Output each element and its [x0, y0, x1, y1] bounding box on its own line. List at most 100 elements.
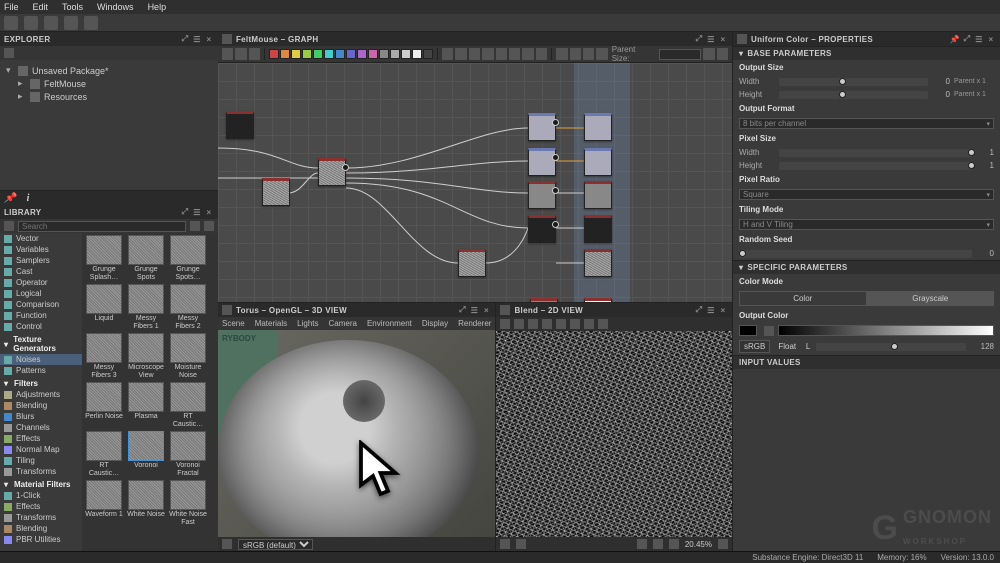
- lib-category-item[interactable]: PBR Utilities: [0, 534, 82, 545]
- library-thumb[interactable]: Liquid: [84, 284, 124, 331]
- panel-menu-icon[interactable]: ☰: [469, 305, 479, 315]
- edit-icon[interactable]: [4, 221, 14, 231]
- export-icon[interactable]: [64, 16, 78, 30]
- panel-undock-icon[interactable]: ⤢: [694, 305, 704, 315]
- lib-category-item[interactable]: Effects: [0, 433, 82, 444]
- color-swatch[interactable]: [291, 49, 301, 59]
- graph-tool-icon[interactable]: [509, 48, 520, 60]
- lib-category-item[interactable]: 1-Click: [0, 490, 82, 501]
- graph-tool-icon[interactable]: [496, 48, 507, 60]
- lib-category-header[interactable]: ▾Filters: [0, 376, 82, 389]
- graph-node[interactable]: [528, 113, 556, 141]
- panel-close-icon[interactable]: ×: [718, 34, 728, 44]
- graph-tool-icon[interactable]: [222, 48, 233, 60]
- parent-size-input[interactable]: [659, 49, 701, 60]
- ruler-icon[interactable]: [653, 539, 663, 549]
- color-swatch[interactable]: [379, 49, 389, 59]
- zoom-menu-icon[interactable]: [718, 539, 728, 549]
- graph-tool-icon[interactable]: [536, 48, 547, 60]
- panel-menu-icon[interactable]: ☰: [706, 305, 716, 315]
- lib-category-item[interactable]: Tiling: [0, 455, 82, 466]
- library-thumb[interactable]: RT Caustic…: [168, 382, 208, 429]
- color-swatch[interactable]: [390, 49, 400, 59]
- panel-close-icon[interactable]: ×: [986, 34, 996, 44]
- library-thumb[interactable]: White Noise: [126, 480, 166, 527]
- lib-category-item[interactable]: Patterns: [0, 365, 82, 376]
- luminance-slider[interactable]: [816, 343, 966, 351]
- library-thumb[interactable]: Voronoi: [126, 431, 166, 478]
- color-mode-grayscale[interactable]: Grayscale: [867, 291, 995, 306]
- vp-tool-icon[interactable]: [570, 319, 580, 329]
- panel-menu-icon[interactable]: ☰: [706, 34, 716, 44]
- grid-icon[interactable]: [637, 539, 647, 549]
- library-thumb[interactable]: Moisture Noise: [168, 333, 208, 380]
- menu-file[interactable]: File: [4, 2, 19, 12]
- graph-node[interactable]: [528, 148, 556, 176]
- color-swatch[interactable]: [368, 49, 378, 59]
- lib-category-item[interactable]: Noises: [0, 354, 82, 365]
- library-categories[interactable]: VectorVariablesSamplersCastOperatorLogic…: [0, 233, 82, 551]
- camera-icon[interactable]: [500, 539, 510, 549]
- lib-category-item[interactable]: Cast: [0, 266, 82, 277]
- vp-tool-icon[interactable]: [516, 539, 526, 549]
- library-thumb[interactable]: Waveform 1: [84, 480, 124, 527]
- panel-menu-icon[interactable]: ☰: [974, 34, 984, 44]
- panel-menu-icon[interactable]: ☰: [192, 207, 202, 217]
- output-format-dd[interactable]: 8 bits per channel▾: [739, 118, 994, 129]
- chevron-right-icon[interactable]: ▸: [18, 78, 26, 89]
- pixel-ratio-dd[interactable]: Square▾: [739, 189, 994, 200]
- lib-category-header[interactable]: ▾Texture Generators: [0, 332, 82, 354]
- graph-node[interactable]: [262, 178, 290, 206]
- lib-category-item[interactable]: Normal Map: [0, 444, 82, 455]
- graph-node[interactable]: [530, 298, 558, 302]
- graph-tool-icon[interactable]: [442, 48, 453, 60]
- width-slider[interactable]: [779, 78, 928, 86]
- graph-tool-icon[interactable]: [482, 48, 493, 60]
- 2d-viewport[interactable]: [496, 331, 732, 537]
- graph-node[interactable]: [458, 249, 486, 277]
- lib-category-item[interactable]: Blurs: [0, 411, 82, 422]
- menu-edit[interactable]: Edit: [33, 2, 49, 12]
- color-mode-color[interactable]: Color: [739, 291, 867, 306]
- srgb-tag[interactable]: sRGB: [739, 340, 770, 353]
- color-swatch[interactable]: [313, 49, 323, 59]
- vp-tool-icon[interactable]: [514, 319, 524, 329]
- lib-category-item[interactable]: Variables: [0, 244, 82, 255]
- graph-tool-icon[interactable]: [596, 48, 607, 60]
- panel-undock-icon[interactable]: ⤢: [180, 34, 190, 44]
- lib-category-header[interactable]: ▾Material Filters: [0, 477, 82, 490]
- seed-slider[interactable]: [739, 250, 972, 258]
- graph-tool-icon[interactable]: [235, 48, 246, 60]
- graph-node[interactable]: [584, 298, 612, 302]
- color-swatch[interactable]: [346, 49, 356, 59]
- float-tag[interactable]: Float: [774, 341, 800, 352]
- pxw-slider[interactable]: [779, 149, 972, 157]
- menu-help[interactable]: Help: [148, 2, 167, 12]
- 3d-menu-display[interactable]: Display: [422, 319, 448, 328]
- graph-tool-icon[interactable]: [249, 48, 260, 60]
- color-swatch[interactable]: [401, 49, 411, 59]
- color-swatch[interactable]: [423, 49, 433, 59]
- panel-menu-icon[interactable]: ☰: [192, 34, 202, 44]
- panel-undock-icon[interactable]: ⤢: [180, 207, 190, 217]
- camera-icon[interactable]: [222, 539, 232, 549]
- link-icon[interactable]: [703, 48, 714, 60]
- 3d-menu-renderer[interactable]: Renderer: [458, 319, 491, 328]
- graph-tool-icon[interactable]: [570, 48, 581, 60]
- sort-icon[interactable]: [204, 221, 214, 231]
- info-pin-icon[interactable]: 📌: [4, 192, 16, 204]
- lib-category-item[interactable]: Samplers: [0, 255, 82, 266]
- lib-category-item[interactable]: Transforms: [0, 512, 82, 523]
- info-icon[interactable]: [669, 539, 679, 549]
- 3d-colorspace-dd[interactable]: sRGB (default): [238, 539, 313, 550]
- panel-close-icon[interactable]: ×: [718, 305, 728, 315]
- library-thumb[interactable]: Voronoi Fractal: [168, 431, 208, 478]
- info-i-icon[interactable]: i: [22, 192, 34, 204]
- graph-tool-icon[interactable]: [583, 48, 594, 60]
- lib-category-item[interactable]: Vector: [0, 233, 82, 244]
- open-file-icon[interactable]: [24, 16, 38, 30]
- library-thumb[interactable]: Messy Fibers 3: [84, 333, 124, 380]
- graph-tool-icon[interactable]: [522, 48, 533, 60]
- color-swatch[interactable]: [357, 49, 367, 59]
- 3d-viewport[interactable]: RYBODY: [218, 330, 495, 537]
